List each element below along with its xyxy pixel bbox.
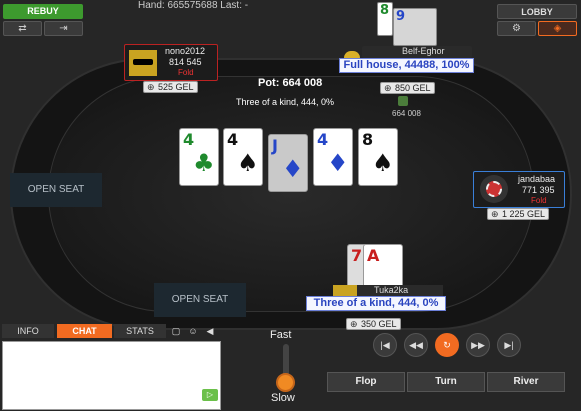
player-bet: 850 GEL — [380, 82, 435, 94]
river-button[interactable]: River — [487, 372, 565, 392]
chat-bubble-icon[interactable]: ▢ — [170, 324, 182, 338]
board-description: Three of a kind, 444, 0% — [236, 97, 335, 107]
player-bet: 1 225 GEL — [487, 208, 550, 220]
card-suit: ♣ — [193, 149, 215, 177]
swap-icon: ⇄ — [18, 23, 27, 34]
leave-table-button[interactable]: ⇥ — [44, 21, 83, 36]
step-back-button[interactable]: ◀◀ — [404, 333, 428, 357]
layers-icon: ◈ — [553, 23, 562, 34]
hole-card: A — [363, 244, 403, 288]
tab-chat[interactable]: CHAT — [57, 324, 112, 338]
replay-icon: ↻ — [443, 340, 451, 350]
exit-icon: ⇥ — [59, 23, 68, 34]
avatar — [129, 50, 157, 76]
chat-input-area[interactable] — [2, 341, 221, 410]
pot-label: Pot: 664 008 — [258, 77, 323, 89]
table-theme-button[interactable]: ◈ — [538, 21, 577, 36]
board-card: J ♦ — [268, 134, 308, 192]
open-seat-bottom[interactable]: OPEN SEAT — [154, 283, 246, 317]
board-card: 4 ♦ — [313, 128, 353, 186]
tab-info[interactable]: INFO — [2, 324, 54, 338]
chip-stack-icon — [398, 96, 408, 106]
emoji-icon[interactable]: ☺ — [187, 324, 199, 338]
card-suit: ♦ — [327, 149, 349, 177]
card-rank: 8 — [362, 130, 374, 149]
card-rank: 4 — [317, 130, 329, 149]
player-stack: 771 395 — [522, 185, 555, 195]
skip-end-button[interactable]: ▶| — [497, 333, 521, 357]
card-rank: 7 — [351, 246, 363, 265]
speed-slider-handle[interactable] — [276, 373, 295, 392]
skip-forward-icon: ▶| — [504, 340, 514, 350]
player-name: nono2012 — [165, 46, 206, 56]
settings-button[interactable]: ⚙ — [497, 21, 536, 36]
skip-start-button[interactable]: |◀ — [373, 333, 397, 357]
speed-slow-label: Slow — [271, 392, 295, 404]
board-card: 4 ♠ — [223, 128, 263, 186]
card-rank: 9 — [396, 9, 406, 24]
card-suit: ♠ — [372, 149, 394, 177]
player-name-bar: Belf-Eghor — [362, 46, 472, 58]
step-forward-button[interactable]: ▶▶ — [466, 333, 490, 357]
speed-fast-label: Fast — [270, 329, 292, 341]
player-name: Belf-Eghor — [402, 46, 445, 56]
sound-icon[interactable]: ◀ — [204, 324, 216, 338]
crown-icon — [333, 285, 357, 296]
card-suit: ♠ — [237, 149, 259, 177]
rebuy-button[interactable]: REBUY — [3, 4, 83, 19]
lobby-button[interactable]: LOBBY — [497, 4, 577, 19]
card-suit: ♦ — [282, 155, 304, 183]
send-icon: ▷ — [206, 390, 214, 399]
tab-stats[interactable]: STATS — [114, 324, 166, 338]
card-rank: J — [272, 136, 278, 155]
hand-strength-banner: Full house, 44488, 100% — [339, 58, 474, 73]
skip-back-icon: |◀ — [380, 340, 390, 350]
player-bet: 525 GEL — [143, 81, 198, 93]
player-seat-nono2012[interactable]: nono2012 814 545 Fold — [124, 44, 218, 81]
hole-card: 9 — [393, 8, 437, 46]
player-stack: 814 545 — [169, 57, 202, 67]
player-bet: 350 GEL — [346, 318, 401, 330]
card-rank: 8 — [380, 3, 390, 18]
send-button[interactable]: ▷ — [202, 389, 218, 401]
board-card: 8 ♠ — [358, 128, 398, 186]
table-felt — [48, 76, 534, 312]
hole-card: 8 — [377, 2, 393, 36]
player-status: Fold — [178, 68, 194, 77]
fast-forward-icon: ▶▶ — [471, 340, 485, 350]
turn-button[interactable]: Turn — [407, 372, 485, 392]
swap-table-button[interactable]: ⇄ — [3, 21, 42, 36]
player-name: Tuka2ka — [374, 285, 409, 295]
avatar — [480, 175, 508, 203]
player-name-bar: Tuka2ka — [333, 285, 443, 296]
card-rank: 4 — [183, 130, 195, 149]
gear-icon: ⚙ — [512, 23, 521, 34]
board-card: 4 ♣ — [179, 128, 219, 186]
card-rank: 4 — [227, 130, 239, 149]
card-rank: A — [367, 246, 380, 265]
speed-slider-track[interactable] — [283, 344, 289, 376]
rewind-icon: ◀◀ — [409, 340, 423, 350]
side-pot: 664 008 — [392, 109, 421, 118]
hand-info: Hand: 665575688 Last: - — [138, 0, 249, 11]
poker-chip-icon — [486, 181, 502, 197]
player-status: Fold — [531, 196, 547, 205]
sunglasses-icon — [133, 59, 153, 65]
chat-panel: INFO CHAT STATS ▢ ☺ ◀ — [0, 324, 224, 411]
hand-strength-banner: Three of a kind, 444, 0% — [306, 296, 446, 311]
flop-button[interactable]: Flop — [327, 372, 405, 392]
player-name: jandabaa — [518, 174, 556, 184]
replay-button[interactable]: ↻ — [435, 333, 459, 357]
player-seat-jandabaa[interactable]: jandabaa 771 395 Fold — [473, 171, 565, 208]
open-seat-left[interactable]: OPEN SEAT — [10, 173, 102, 207]
